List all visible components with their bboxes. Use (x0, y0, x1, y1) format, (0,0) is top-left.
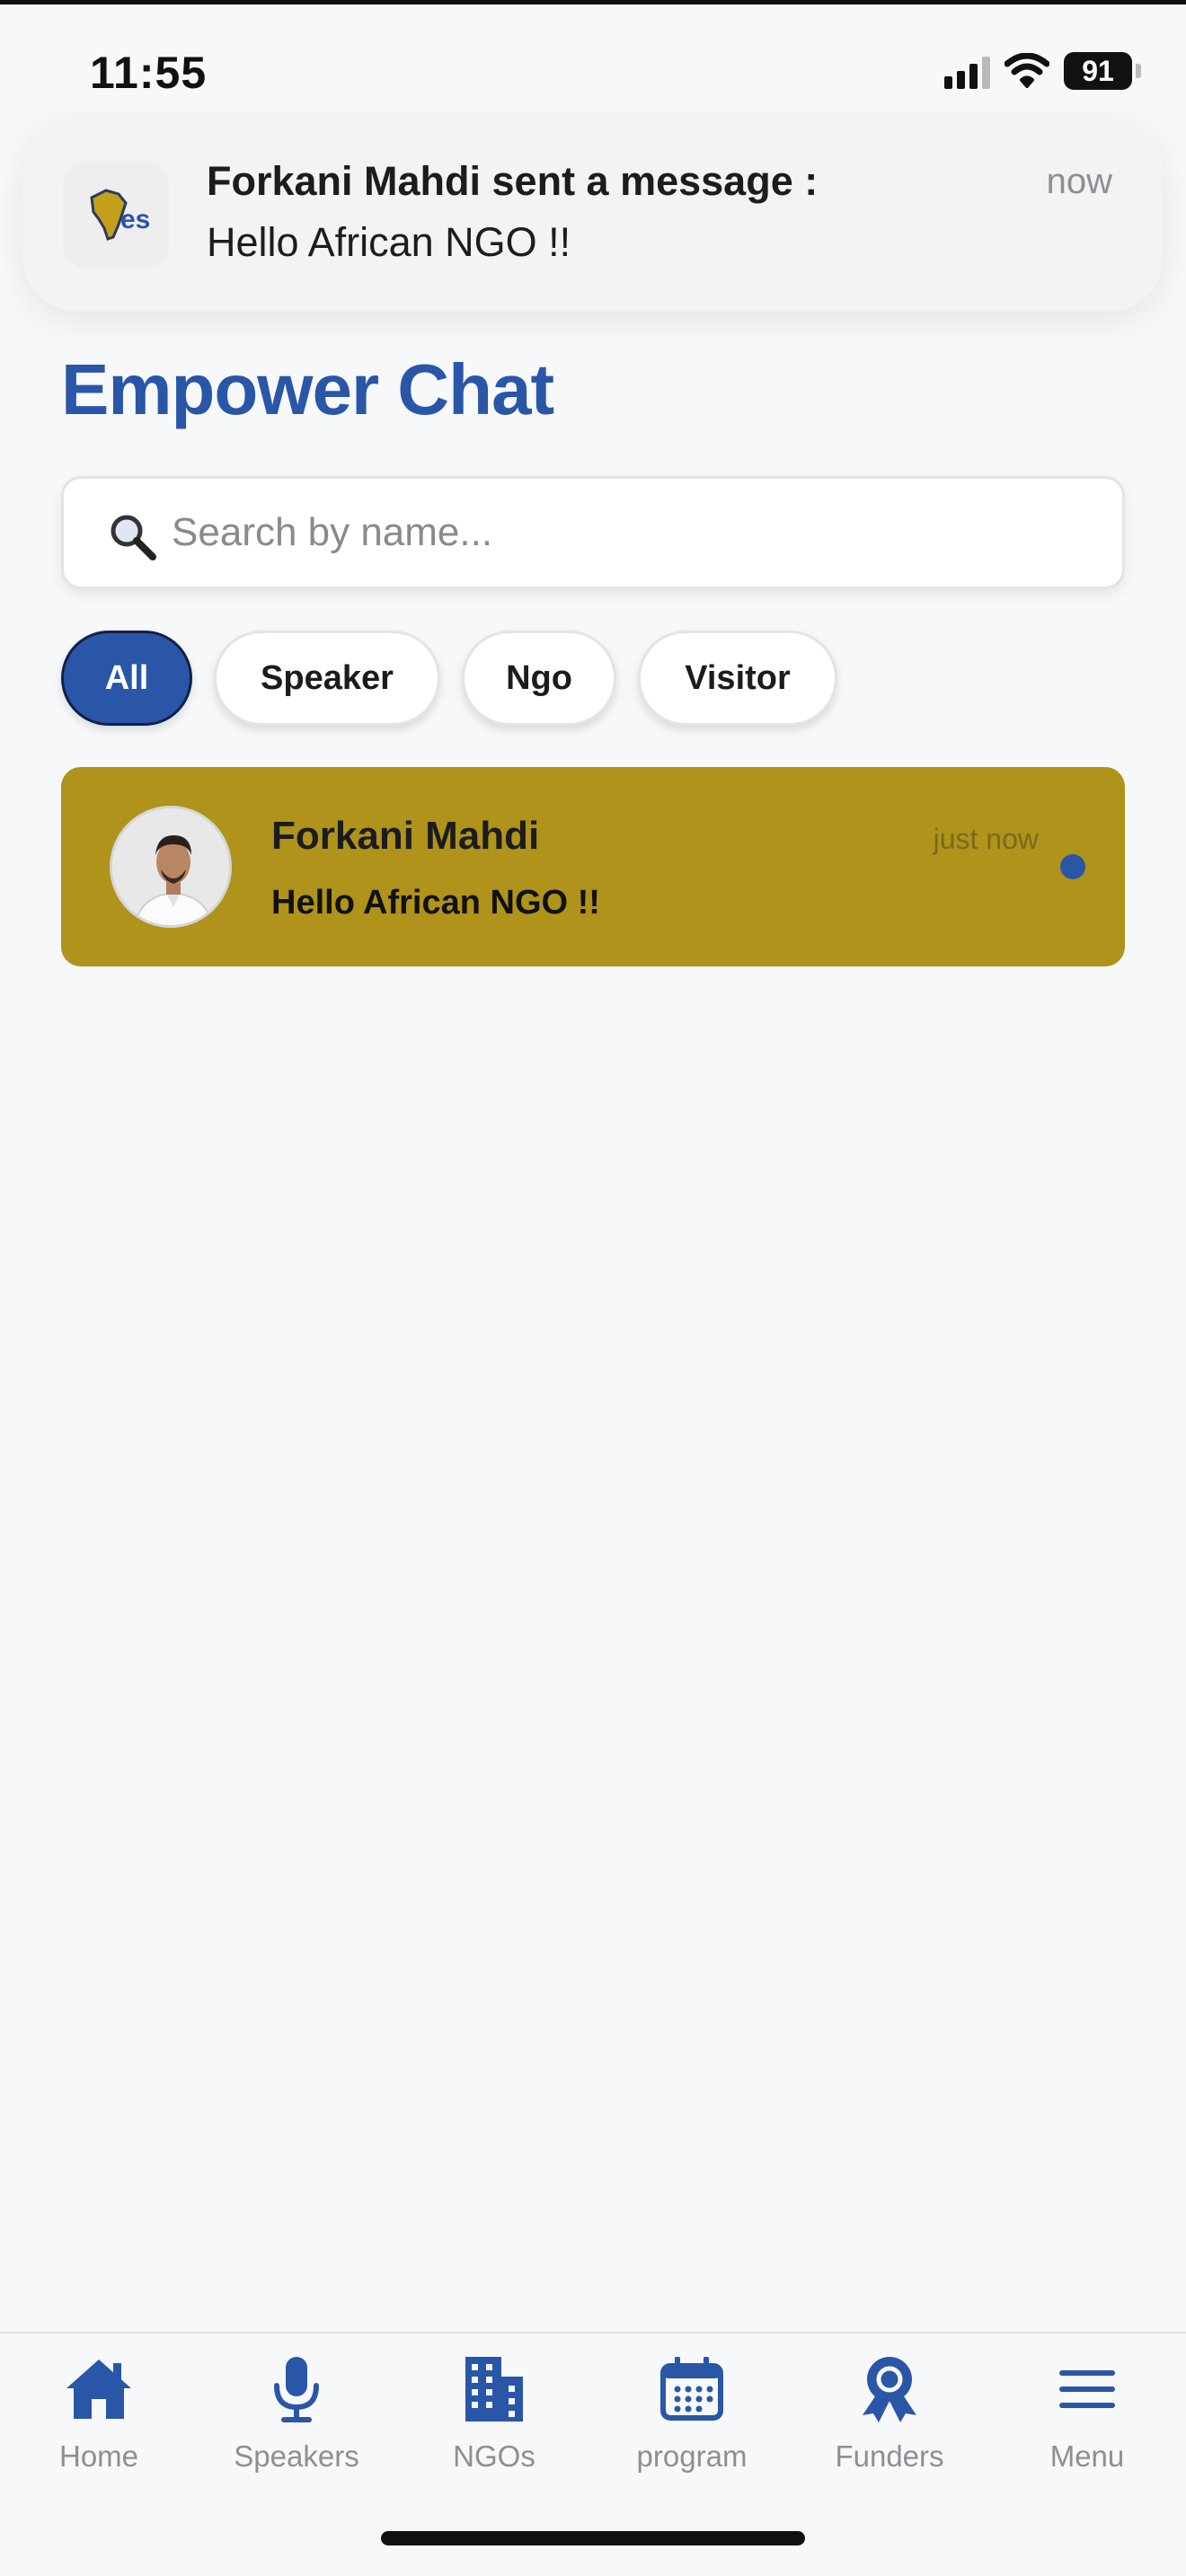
status-bar: 11:55 91 (0, 0, 1186, 126)
nav-label-program: program (636, 2439, 748, 2473)
person-avatar-icon (112, 808, 229, 925)
microphone-icon (259, 2351, 334, 2427)
home-icon (61, 2351, 137, 2427)
search-bar[interactable] (61, 476, 1125, 589)
battery-level: 91 (1082, 54, 1114, 87)
nav-label-funders: Funders (835, 2439, 944, 2473)
notification-body: Hello African NGO !! (207, 219, 571, 265)
notification-time: now (1046, 162, 1112, 201)
nav-item-funders[interactable]: Funders (791, 2351, 988, 2495)
battery-tip (1136, 64, 1141, 78)
chat-timestamp: just now (933, 823, 1039, 855)
filter-chip-speaker[interactable]: Speaker (214, 631, 440, 726)
chat-last-message: Hello African NGO !! (271, 884, 600, 922)
nav-item-ngos[interactable]: NGOs (395, 2351, 593, 2495)
nav-label-speakers: Speakers (234, 2439, 359, 2473)
chat-contact-name: Forkani Mahdi (271, 814, 540, 858)
award-icon (852, 2351, 927, 2427)
menu-icon (1049, 2351, 1125, 2427)
africa-logo-icon: es (63, 162, 169, 268)
nav-item-home[interactable]: Home (0, 2351, 198, 2495)
cellular-signal-icon (944, 53, 990, 89)
nav-label-home: Home (58, 2439, 139, 2473)
status-time: 11:55 (90, 48, 208, 98)
svg-text:es: es (120, 205, 150, 234)
avatar (110, 806, 232, 928)
calendar-icon (654, 2351, 730, 2427)
notification-title: Forkani Mahdi sent a message : (207, 158, 819, 204)
push-notification[interactable]: es Forkani Mahdi sent a message : Hello … (23, 119, 1163, 311)
unread-indicator (1060, 854, 1085, 879)
home-indicator[interactable] (381, 2531, 805, 2545)
filter-chip-visitor[interactable]: Visitor (638, 631, 837, 726)
search-icon (111, 515, 156, 560)
nav-item-menu[interactable]: Menu (988, 2351, 1186, 2495)
search-input[interactable] (172, 497, 1070, 569)
filter-chips: All Speaker Ngo Visitor (61, 631, 837, 726)
nav-item-program[interactable]: program (593, 2351, 791, 2495)
building-icon (456, 2351, 532, 2427)
filter-chip-ngo[interactable]: Ngo (462, 631, 616, 726)
wifi-icon (1005, 53, 1049, 88)
status-icons: 91 (944, 52, 1141, 90)
chat-list-item[interactable]: Forkani Mahdi Hello African NGO !! just … (61, 767, 1125, 966)
page-title: Empower Chat (61, 349, 554, 429)
filter-chip-all[interactable]: All (61, 631, 192, 726)
nav-label-ngos: NGOs (453, 2439, 535, 2473)
nav-item-speakers[interactable]: Speakers (198, 2351, 395, 2495)
battery-icon: 91 (1064, 52, 1132, 90)
nav-label-menu: Menu (1049, 2439, 1125, 2473)
